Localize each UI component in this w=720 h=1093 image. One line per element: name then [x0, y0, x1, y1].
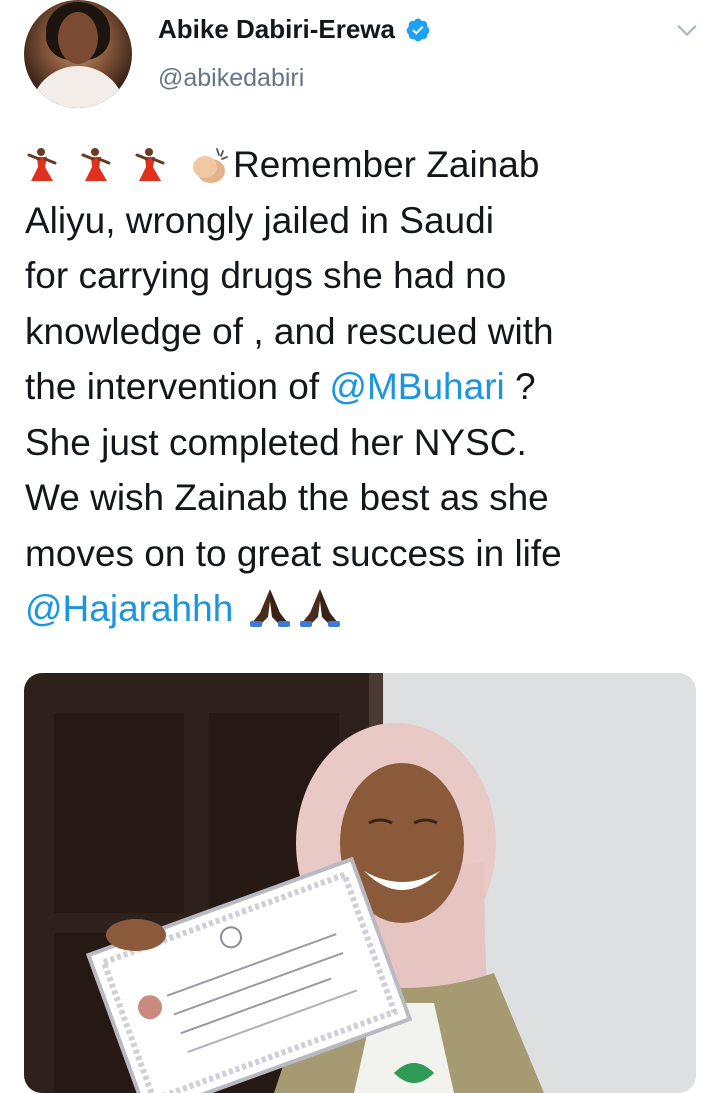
- author-handle[interactable]: @abikedabiri: [158, 64, 304, 93]
- tweet-photo[interactable]: [24, 673, 696, 1093]
- tweet-line-7: We wish Zainab the best as she: [25, 477, 549, 518]
- tweet-line-5-prefix: the intervention of: [25, 366, 330, 407]
- tweet-line-1: Remember Zainab: [233, 144, 540, 185]
- tweet-line-6: She just completed her NYSC.: [25, 421, 527, 463]
- author-name-row: Abike Dabiri-Erewa: [158, 14, 431, 45]
- mention-link-hajarahhh[interactable]: @Hajarahhh: [25, 588, 233, 629]
- tweet-text: Remember Zainab Aliyu, wrongly jailed in…: [25, 137, 705, 637]
- tweet-line-5-suffix: ?: [504, 366, 536, 407]
- woman-dancing-emoji: [135, 148, 165, 181]
- woman-dancing-emoji: [27, 148, 57, 181]
- chevron-down-icon[interactable]: [676, 20, 698, 42]
- folded-hands-emoji: [249, 589, 290, 627]
- author-name[interactable]: Abike Dabiri-Erewa: [158, 14, 395, 45]
- mention-link-mbuhari[interactable]: @MBuhari: [329, 366, 504, 407]
- author-avatar[interactable]: [24, 0, 132, 108]
- woman-dancing-emoji: [81, 148, 111, 181]
- folded-hands-emoji: [299, 589, 340, 627]
- tweet-line-2: Aliyu, wrongly jailed in Saudi: [25, 199, 494, 241]
- tweet-line-8: moves on to great success in life: [25, 532, 562, 574]
- photo-of-woman-holding-certificate: [24, 673, 696, 1093]
- verified-badge-icon: [406, 18, 430, 41]
- tweet-line-4: knowledge of , and rescued with: [25, 310, 554, 352]
- clapping-hands-emoji: [193, 148, 228, 183]
- tweet-line-3: for carrying drugs she had no: [25, 255, 507, 296]
